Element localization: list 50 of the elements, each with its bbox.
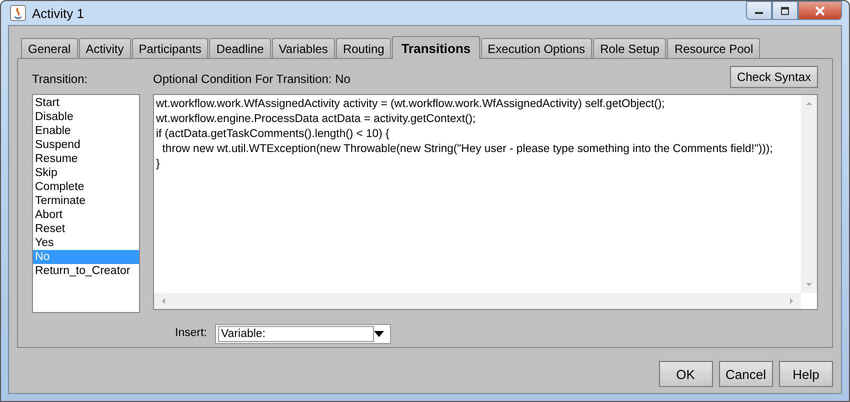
code-line: if (actData.getTaskComments().length() < 10) { bbox=[156, 127, 390, 142]
dialog-button[interactable]: Help bbox=[779, 361, 833, 387]
dialog-button[interactable]: OK bbox=[658, 361, 713, 387]
transition-item[interactable]: Resume bbox=[33, 152, 139, 166]
scroll-right-icon[interactable] bbox=[789, 297, 795, 305]
transition-item[interactable]: Yes bbox=[33, 236, 139, 250]
transition-item[interactable]: Terminate bbox=[33, 194, 139, 208]
window-title: Activity 1 bbox=[32, 6, 84, 20]
check-syntax-button[interactable]: Check Syntax bbox=[730, 66, 818, 88]
transition-item[interactable]: Enable bbox=[33, 124, 139, 138]
transition-item[interactable]: Start bbox=[33, 96, 139, 110]
maximize-icon bbox=[780, 6, 790, 14]
horizontal-scrollbar[interactable] bbox=[154, 293, 801, 309]
dialog-button[interactable]: Cancel bbox=[718, 361, 773, 387]
transition-item[interactable]: Skip bbox=[33, 166, 139, 180]
tab[interactable]: Activity bbox=[78, 38, 131, 58]
close-icon bbox=[814, 6, 826, 16]
close-button[interactable] bbox=[798, 1, 842, 20]
tab[interactable]: Routing bbox=[336, 38, 392, 58]
tab[interactable]: Resource Pool bbox=[667, 38, 760, 58]
scroll-left-icon[interactable] bbox=[160, 297, 166, 305]
app-icon bbox=[10, 5, 26, 21]
transition-item[interactable]: Abort bbox=[33, 208, 139, 222]
transition-item[interactable]: Return_to_Creator bbox=[33, 264, 139, 278]
vertical-scrollbar[interactable] bbox=[801, 95, 817, 293]
minimize-button[interactable] bbox=[746, 1, 772, 20]
insert-dropdown[interactable]: Variable: bbox=[214, 324, 391, 344]
transition-item[interactable]: Disable bbox=[33, 110, 139, 124]
transition-item[interactable]: Complete bbox=[33, 180, 139, 194]
code-line: } bbox=[156, 157, 161, 172]
caret-icon bbox=[374, 331, 384, 337]
maximize-button[interactable] bbox=[772, 1, 798, 20]
tab[interactable]: Variables bbox=[272, 38, 335, 58]
tab[interactable]: Execution Options bbox=[480, 38, 592, 58]
code-line: throw new wt.util.WTException(new Throwable(new String("Hey user - please type something into the Comments field!"))); bbox=[161, 142, 774, 157]
transition-item[interactable]: Reset bbox=[33, 222, 139, 236]
insert-label: Insert: bbox=[175, 327, 207, 341]
transition-item[interactable]: Suspend bbox=[33, 138, 139, 152]
code-line: wt.workflow.work.WfAssignedActivity activity = (wt.workflow.work.WfAssignedActivity) self.getObject(); bbox=[156, 97, 666, 112]
tab[interactable]: Role Setup bbox=[593, 38, 666, 58]
tab[interactable]: General bbox=[21, 38, 78, 58]
code-line: wt.workflow.engine.ProcessData actData = activity.getContext(); bbox=[156, 112, 477, 127]
tab[interactable]: Transitions bbox=[392, 36, 480, 59]
tab[interactable]: Participants bbox=[132, 38, 208, 58]
condition-label: Optional Condition For Transition: No bbox=[153, 72, 350, 86]
tab[interactable]: Deadline bbox=[209, 38, 271, 58]
transition-label: Transition: bbox=[32, 72, 89, 86]
code-editor[interactable] bbox=[153, 94, 818, 310]
scroll-down-icon[interactable] bbox=[805, 282, 813, 288]
scroll-up-icon[interactable] bbox=[805, 100, 813, 106]
